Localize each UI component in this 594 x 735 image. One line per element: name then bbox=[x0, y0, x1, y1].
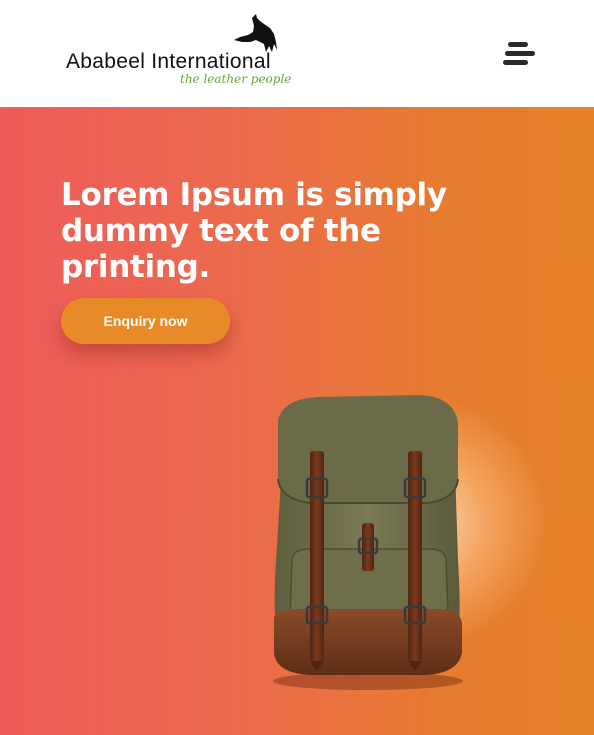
enquiry-now-button[interactable]: Enquiry now bbox=[61, 298, 230, 344]
hero-headline: Lorem Ipsum is simply dummy text of the … bbox=[61, 177, 447, 285]
brand-tagline: the leather people bbox=[180, 72, 292, 86]
hero-section: Lorem Ipsum is simply dummy text of the … bbox=[0, 107, 594, 735]
brand-name: Ababeel International bbox=[66, 50, 271, 73]
brand-logo[interactable]: Ababeel International the leather people bbox=[62, 12, 291, 94]
backpack-product-image bbox=[273, 395, 463, 690]
hamburger-menu-icon[interactable] bbox=[503, 42, 535, 68]
site-header: Ababeel International the leather people bbox=[0, 0, 594, 107]
